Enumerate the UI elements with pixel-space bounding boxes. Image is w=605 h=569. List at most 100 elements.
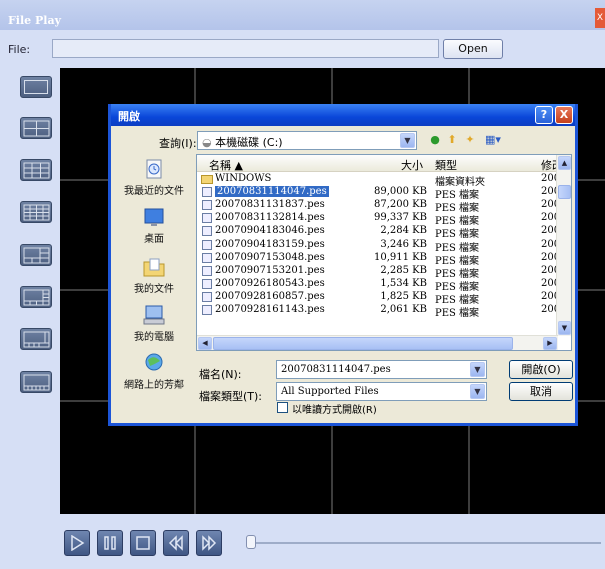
- horizontal-scroll-thumb[interactable]: [213, 337, 513, 350]
- readonly-label[interactable]: 以唯讀方式開啟(R): [292, 401, 377, 416]
- layout-10-button[interactable]: [20, 371, 52, 393]
- layout-8-button[interactable]: [20, 286, 52, 308]
- stop-button[interactable]: [130, 530, 156, 556]
- layout-9-button[interactable]: [20, 159, 52, 181]
- file-icon: [202, 291, 212, 302]
- app-close-button[interactable]: X: [595, 8, 605, 28]
- seek-slider-thumb[interactable]: [246, 535, 256, 549]
- file-name: 20070907153201.pes: [215, 264, 325, 276]
- layout-4-button[interactable]: [20, 117, 52, 139]
- column-type-header[interactable]: 類型: [435, 157, 457, 173]
- play-icon: [71, 535, 85, 551]
- file-name: 20070907153048.pes: [215, 251, 325, 263]
- file-list[interactable]: 名稱 ▲ 大小 類型 修改 WINDOWS檔案資料夾2008/200708311…: [196, 154, 572, 351]
- layout-6-icon: [23, 247, 50, 264]
- look-in-dropdown[interactable]: ◒ 本機磁碟 (C:) ▼: [197, 131, 417, 150]
- file-list-header: 名稱 ▲ 大小 類型 修改: [197, 155, 571, 173]
- chevron-down-icon[interactable]: ▼: [400, 133, 415, 148]
- file-label: File:: [8, 43, 31, 56]
- look-in-label: 查詢(I):: [159, 137, 197, 150]
- dialog-title: 開啟: [118, 110, 140, 123]
- pause-button[interactable]: [97, 530, 123, 556]
- dialog-close-button[interactable]: X: [555, 106, 573, 124]
- file-name: 20070831131837.pes: [215, 199, 325, 211]
- file-icon: [202, 239, 212, 250]
- place-label: 我最近的文件: [124, 186, 184, 197]
- scroll-up-icon[interactable]: ▲: [558, 156, 571, 170]
- place-label: 我的文件: [134, 284, 174, 295]
- file-icon: [202, 278, 212, 289]
- column-name-header[interactable]: 名稱 ▲: [209, 157, 243, 173]
- file-icon: [202, 213, 212, 224]
- vertical-scrollbar[interactable]: ▲ ▼: [556, 155, 571, 336]
- layout-13-icon: [23, 331, 50, 348]
- file-type-dropdown[interactable]: All Supported Files ▼: [276, 382, 487, 401]
- back-icon[interactable]: ●: [428, 133, 442, 147]
- scroll-down-icon[interactable]: ▼: [558, 321, 571, 335]
- file-row[interactable]: 20070907153201.pes2,285 KBPES 檔案2007/: [197, 264, 570, 280]
- file-row[interactable]: 20070831132814.pes99,337 KBPES 檔案2007/: [197, 212, 570, 227]
- layout-1-icon: [24, 80, 48, 94]
- place-label: 網路上的芳鄰: [124, 380, 184, 391]
- chevron-down-icon[interactable]: ▼: [470, 384, 485, 399]
- file-row[interactable]: 20070904183159.pes3,246 KBPES 檔案2007/: [197, 238, 570, 254]
- file-name: 20070831132814.pes: [215, 212, 325, 224]
- file-size: 10,911 KB: [374, 251, 427, 263]
- stop-icon: [136, 536, 150, 550]
- scroll-left-icon[interactable]: ◀: [198, 337, 212, 350]
- file-size: 3,246 KB: [380, 238, 427, 250]
- app-title-bar: File Play: [0, 0, 605, 30]
- layout-6-button[interactable]: [20, 244, 52, 266]
- place-my-computer[interactable]: 我的電腦: [117, 304, 191, 343]
- readonly-checkbox[interactable]: [277, 402, 288, 413]
- layout-4-icon: [23, 120, 50, 137]
- rewind-icon: [168, 535, 183, 551]
- file-name: 20070928160857.pes: [215, 290, 325, 302]
- place-desktop[interactable]: 桌面: [117, 206, 191, 245]
- file-name-value: 20070831114047.pes: [281, 364, 391, 375]
- rewind-button[interactable]: [163, 530, 189, 556]
- layout-1-button[interactable]: [20, 76, 52, 98]
- place-network[interactable]: 網路上的芳鄰: [117, 352, 191, 391]
- up-folder-icon[interactable]: ⬆: [445, 133, 459, 147]
- file-size: 1,534 KB: [380, 277, 427, 289]
- view-menu-icon[interactable]: ▦▾: [482, 133, 504, 147]
- file-path-input[interactable]: [52, 39, 439, 58]
- vertical-scroll-thumb[interactable]: [558, 185, 571, 199]
- place-recent-documents[interactable]: 我最近的文件: [117, 158, 191, 197]
- place-label: 我的電腦: [134, 332, 174, 343]
- drive-icon: ◒: [202, 136, 216, 149]
- play-button[interactable]: [64, 530, 90, 556]
- layout-16-button[interactable]: [20, 201, 52, 223]
- new-folder-icon[interactable]: ✦: [463, 133, 477, 147]
- place-label: 桌面: [144, 234, 164, 245]
- file-row[interactable]: 20070928160857.pes1,825 KBPES 檔案2007/: [197, 290, 570, 306]
- dialog-open-button[interactable]: 開啟(O): [509, 360, 573, 379]
- file-size: 89,000 KB: [374, 186, 427, 198]
- layout-13-button[interactable]: [20, 328, 52, 350]
- seek-track[interactable]: [256, 542, 601, 544]
- column-size-header[interactable]: 大小: [401, 157, 423, 173]
- dialog-cancel-button[interactable]: 取消: [509, 382, 573, 401]
- file-row[interactable]: 20070831131837.pes87,200 KBPES 檔案2007/: [197, 199, 570, 214]
- file-name-input[interactable]: 20070831114047.pes ▼: [276, 360, 487, 379]
- file-size: 2,284 KB: [380, 225, 427, 237]
- layout-8-icon: [23, 289, 50, 306]
- layout-sidebar: [0, 68, 60, 508]
- playback-controls: [0, 515, 605, 569]
- file-row[interactable]: 20070831114047.pes89,000 KBPES 檔案2007/: [197, 186, 570, 201]
- file-row[interactable]: 20070907153048.pes10,911 KBPES 檔案2007/: [197, 251, 570, 267]
- file-icon: [202, 200, 212, 211]
- fast-forward-button[interactable]: [196, 530, 222, 556]
- chevron-down-icon[interactable]: ▼: [470, 362, 485, 377]
- place-my-documents[interactable]: 我的文件: [117, 256, 191, 295]
- file-row[interactable]: 20070928161143.pes2,061 KBPES 檔案2007/: [197, 304, 570, 319]
- scroll-right-icon[interactable]: ▶: [543, 337, 557, 350]
- file-row[interactable]: 20070926180543.pes1,534 KBPES 檔案2007/: [197, 277, 570, 293]
- dialog-help-button[interactable]: ?: [535, 106, 553, 124]
- file-name: 20070926180543.pes: [215, 277, 325, 289]
- open-button[interactable]: Open: [443, 39, 503, 59]
- file-row[interactable]: WINDOWS檔案資料夾2008/: [197, 173, 570, 188]
- file-row[interactable]: 20070904183046.pes2,284 KBPES 檔案2007/: [197, 225, 570, 240]
- horizontal-scrollbar[interactable]: ◀ ▶: [197, 335, 558, 350]
